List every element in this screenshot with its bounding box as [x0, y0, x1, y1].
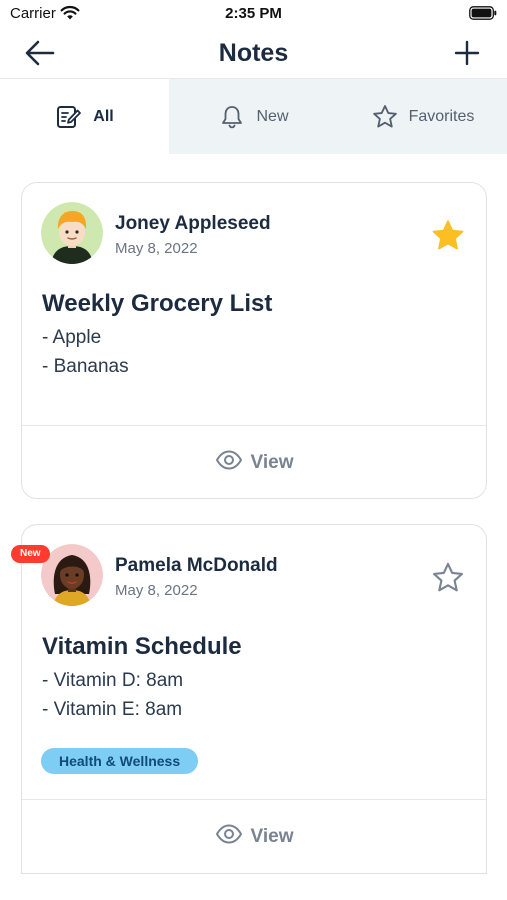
bell-icon — [218, 103, 246, 131]
tab-all-label: All — [93, 107, 114, 125]
eye-icon — [215, 824, 243, 850]
author-name: Joney Appleseed — [115, 213, 271, 234]
favorite-star-icon[interactable] — [430, 218, 466, 254]
author-name: Pamela McDonald — [115, 555, 278, 576]
note-title: Weekly Grocery List — [42, 290, 273, 317]
note-line: - Vitamin D: 8am — [42, 670, 184, 691]
new-badge: New — [11, 545, 50, 563]
view-label: View — [250, 825, 294, 847]
avatar — [41, 544, 103, 606]
status-bar: Carrier 2:35 PM — [0, 0, 507, 28]
note-card[interactable]: Pamela McDonald May 8, 2022 Vitamin Sche… — [21, 524, 487, 874]
tab-favorites[interactable]: Favorites — [338, 79, 507, 154]
note-line: - Bananas — [42, 356, 129, 377]
note-date: May 8, 2022 — [115, 582, 198, 599]
filter-tabs: All New Favorites — [0, 79, 507, 154]
page-title: Notes — [218, 39, 289, 67]
avatar — [41, 202, 103, 264]
tab-new[interactable]: New — [169, 79, 338, 154]
tab-new-label: New — [256, 107, 289, 125]
edit-note-icon — [55, 103, 83, 131]
nav-bar: Notes — [0, 28, 507, 79]
note-title: Vitamin Schedule — [42, 633, 242, 660]
favorite-star-icon[interactable] — [430, 560, 466, 596]
note-line: - Apple — [42, 327, 102, 348]
view-button[interactable]: View — [22, 800, 486, 873]
add-note-button[interactable] — [453, 39, 481, 67]
battery-icon — [469, 6, 497, 25]
star-outline-icon — [371, 103, 399, 131]
view-label: View — [250, 451, 294, 473]
eye-icon — [215, 450, 243, 476]
note-card[interactable]: Joney Appleseed May 8, 2022 Weekly Groce… — [21, 182, 487, 499]
clock: 2:35 PM — [225, 5, 282, 22]
note-line: - Vitamin E: 8am — [42, 699, 183, 720]
category-tag[interactable]: Health & Wellness — [41, 748, 199, 774]
tab-favorites-label: Favorites — [408, 107, 475, 125]
view-button[interactable]: View — [22, 426, 486, 499]
tab-all[interactable]: All — [0, 79, 169, 154]
note-date: May 8, 2022 — [115, 240, 198, 257]
